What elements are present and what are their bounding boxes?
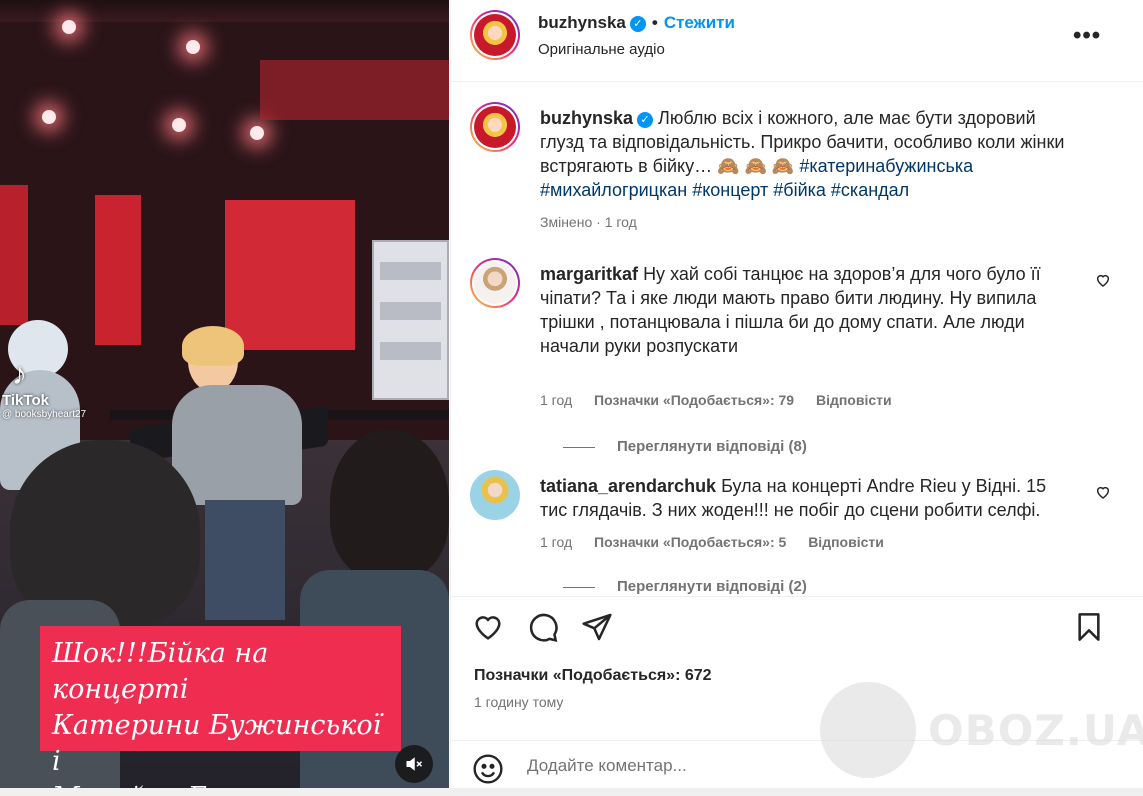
post-panel: buzhynska ✓ • Стежити Оригінальне аудіо •••…	[450, 0, 1143, 788]
comment-likes[interactable]: Позначки «Подобається»: 5	[594, 534, 786, 550]
emoji-button[interactable]	[472, 753, 504, 790]
mute-button[interactable]	[395, 745, 433, 783]
comment-time[interactable]: 1 год	[540, 534, 572, 550]
like-button[interactable]	[472, 611, 504, 648]
verified-badge-icon: ✓	[637, 112, 654, 128]
hashtag-link[interactable]: #бійка	[773, 180, 826, 200]
edited-label: Змінено	[540, 214, 593, 230]
post-time[interactable]: 1 годину тому	[474, 694, 563, 710]
comment-meta: 1 год Позначки «Подобається»: 79 Відпові…	[540, 392, 910, 408]
comment-username[interactable]: tatiana_arendarchuk	[540, 476, 716, 496]
follow-button[interactable]: Стежити	[664, 13, 735, 32]
caption-username[interactable]: buzhynska	[540, 108, 633, 128]
header-username[interactable]: buzhynska	[538, 13, 626, 32]
view-replies-label: Переглянути відповіді (8)	[617, 438, 807, 455]
reply-button[interactable]: Відповісти	[816, 392, 892, 408]
hashtag-link[interactable]: #михайлогрицкан	[540, 180, 687, 200]
bookmark-icon	[1078, 613, 1100, 641]
like-count[interactable]: Позначки «Подобається»: 672	[474, 667, 712, 685]
view-replies-button[interactable]: Переглянути відповіді (2)	[563, 578, 807, 595]
header-username-row: buzhynska ✓ • Стежити	[538, 13, 735, 33]
comment-username[interactable]: margaritkaf	[540, 264, 638, 284]
globe-icon	[820, 682, 916, 778]
overlay-line: Михайла Грицкана	[52, 780, 389, 788]
tiktok-label: TikTok	[2, 392, 49, 409]
more-options-button[interactable]: •••	[1073, 22, 1101, 50]
overlay-line: Шок!!!Бійка на концерті	[52, 638, 269, 705]
comment-like-button[interactable]	[1095, 272, 1111, 293]
post-header: buzhynska ✓ • Стежити Оригінальне аудіо •••	[451, 0, 1143, 82]
avatar[interactable]	[470, 258, 520, 308]
avatar[interactable]	[470, 102, 520, 152]
hashtag-link[interactable]: #концерт	[692, 180, 768, 200]
divider	[563, 586, 595, 588]
bottom-divider	[0, 788, 1143, 796]
divider	[563, 446, 595, 448]
oboz-watermark: OBOZ.UA	[820, 682, 1143, 778]
mute-icon	[406, 757, 423, 771]
overlay-line: Катерини Бужинської і	[52, 710, 382, 777]
comment-like-button[interactable]	[1095, 484, 1111, 505]
heart-icon	[475, 616, 501, 640]
view-replies-button[interactable]: Переглянути відповіді (8)	[563, 438, 807, 455]
caption-time[interactable]: 1 год	[605, 214, 637, 230]
more-icon: •••	[1073, 22, 1102, 49]
watermark-text: OBOZ.UA	[928, 705, 1143, 755]
comment-time[interactable]: 1 год	[540, 392, 572, 408]
heart-icon	[1096, 486, 1110, 499]
share-icon	[582, 613, 612, 641]
verified-badge-icon: ✓	[629, 15, 646, 32]
video-caption-overlay: Шок!!!Бійка на концерті Катерини Бужинсь…	[40, 626, 401, 788]
comments-list[interactable]: margaritkaf Ну хай собі танцює на здоров…	[451, 240, 1143, 596]
reply-button[interactable]: Відповісти	[808, 534, 884, 550]
original-audio-link[interactable]: Оригінальне аудіо	[538, 41, 665, 58]
comment-meta: 1 год Позначки «Подобається»: 5 Відповіс…	[540, 534, 902, 550]
heart-icon	[1096, 274, 1110, 287]
emoji-icon	[473, 754, 503, 784]
comment-likes[interactable]: Позначки «Подобається»: 79	[594, 392, 794, 408]
hashtag-link[interactable]: #катеринабужинська	[799, 156, 973, 176]
comment-text: margaritkaf Ну хай собі танцює на здоров…	[540, 262, 1070, 358]
tiktok-logo-icon: ♪	[12, 358, 27, 391]
caption-meta: Змінено · 1 год	[540, 214, 637, 230]
view-replies-label: Переглянути відповіді (2)	[617, 578, 807, 595]
tiktok-handle: @ booksbyheart27	[2, 409, 87, 420]
avatar[interactable]	[470, 470, 520, 520]
separator-dot: •	[651, 13, 658, 32]
hashtag-link[interactable]: #скандал	[831, 180, 909, 200]
comment-text: tatiana_arendarchuk Була на концерті And…	[540, 474, 1070, 522]
avatar[interactable]	[470, 10, 520, 60]
caption-text: buzhynska ✓ Люблю всіх і кожного, але має…	[540, 106, 1070, 202]
comment-button[interactable]	[527, 611, 559, 648]
comment-icon	[529, 613, 558, 643]
video-player[interactable]: ♪ TikTok @ booksbyheart27 Шок!!!Бійка на…	[0, 0, 449, 788]
save-button[interactable]	[1073, 611, 1105, 648]
tiktok-watermark: ♪ TikTok @ booksbyheart27	[2, 358, 87, 421]
share-button[interactable]	[581, 611, 613, 648]
